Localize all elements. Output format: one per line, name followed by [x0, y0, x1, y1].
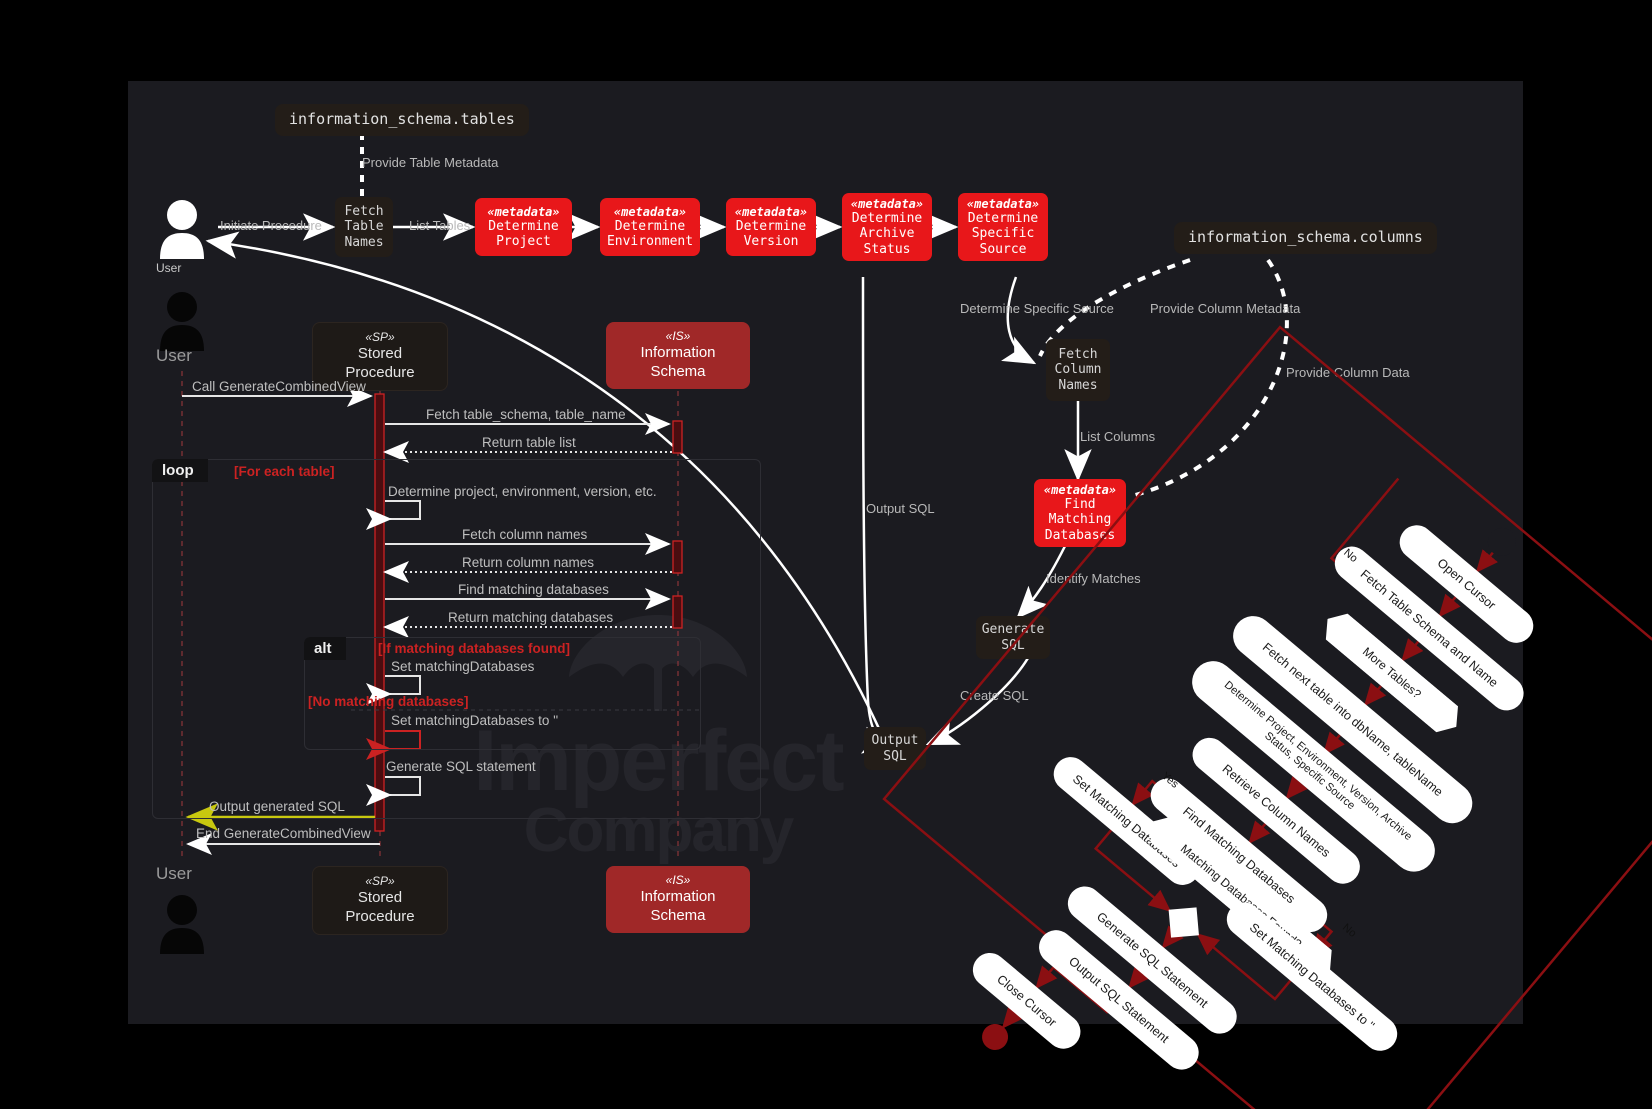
sequence-participant-information-schema-bottom[interactable]: «IS» Information Schema: [606, 866, 750, 933]
participant-stereotype: «IS»: [665, 329, 691, 343]
fragment-guard-loop: [For each table]: [234, 464, 335, 479]
activity-node-determine-specific-source[interactable]: «metadata» Determine Specific Source: [958, 193, 1048, 261]
message-return-matching-databases: Return matching databases: [448, 610, 614, 625]
message-find-matching-databases: Find matching databases: [458, 582, 609, 597]
participant-label: Stored Procedure: [345, 345, 415, 381]
node-stereotype: «metadata»: [487, 204, 560, 219]
sequence-participant-user-top[interactable]: User: [156, 346, 192, 366]
node-stereotype: «metadata»: [966, 196, 1040, 211]
datastore-information-schema-columns[interactable]: information_schema.columns: [1174, 222, 1437, 254]
message-call-generate-combined-view: Call GenerateCombinedView: [192, 379, 366, 394]
node-stereotype: «metadata»: [850, 196, 924, 211]
fragment-guard-alt: [If matching databases found]: [378, 641, 571, 656]
actor-user-icon: [160, 200, 204, 259]
sequence-participant-stored-procedure-bottom[interactable]: «SP» Stored Procedure: [312, 866, 448, 935]
message-fetch-table-schema-table-name: Fetch table_schema, table_name: [426, 407, 626, 422]
node-label: Fetch Column Names: [1054, 347, 1102, 393]
message-set-matching-databases: Set matchingDatabases: [391, 659, 535, 674]
activity-node-fetch-column-names[interactable]: Fetch Column Names: [1046, 339, 1110, 401]
activity-node-determine-environment[interactable]: «metadata» Determine Environment: [600, 198, 700, 256]
participant-label: Stored Procedure: [345, 889, 415, 925]
flowchart-node-merge: [1168, 907, 1199, 938]
fragment-operator-loop: loop: [152, 459, 208, 482]
activity-node-determine-archive-status[interactable]: «metadata» Determine Archive Status: [842, 193, 932, 261]
sequence-participant-user-bottom[interactable]: User: [156, 864, 192, 884]
node-stereotype: «metadata»: [734, 204, 808, 219]
sequence-actor-bottom-icon: [160, 895, 204, 954]
node-label: Output SQL: [871, 733, 919, 764]
node-stereotype: «metadata»: [1043, 482, 1117, 497]
activity-node-determine-version[interactable]: «metadata» Determine Version: [726, 198, 816, 256]
datastore-information-schema-tables[interactable]: information_schema.tables: [275, 104, 529, 136]
edge-label-list-columns: List Columns: [1080, 429, 1156, 444]
message-set-matching-databases-empty: Set matchingDatabases to '': [391, 713, 559, 728]
node-label: Determine Specific Source: [967, 211, 1039, 257]
edge-label-determine-specific-source: Determine Specific Source: [960, 301, 1114, 316]
datastore-label: information_schema.columns: [1188, 228, 1423, 246]
diagram-canvas: Imperfect Company information_schema.tab…: [128, 81, 1652, 1109]
edge-label-list-tables: List Tables: [409, 218, 471, 233]
datastore-label: information_schema.tables: [289, 110, 515, 128]
sequence-participant-information-schema-top[interactable]: «IS» Information Schema: [606, 322, 750, 389]
edge-label-provide-column-metadata: Provide Column Metadata: [1150, 301, 1301, 316]
fragment-operator-alt: alt: [304, 637, 346, 660]
activity-actor-label: User: [156, 261, 182, 275]
screenshot-root: Imperfect Company information_schema.tab…: [0, 0, 1652, 1109]
participant-stereotype: «SP»: [365, 874, 395, 888]
node-label: Determine Archive Status: [851, 211, 923, 257]
rotated-flowchart: Open Cursor Fetch Table Schema and Name …: [881, 324, 1652, 1109]
participant-stereotype: «SP»: [365, 330, 395, 344]
sequence-actor-top-icon: [160, 292, 204, 351]
participant-label: Information Schema: [640, 888, 716, 924]
message-end-generate-combined-view: End GenerateCombinedView: [196, 826, 371, 841]
message-output-generated-sql: Output generated SQL: [209, 799, 345, 814]
activity-node-fetch-table-names[interactable]: Fetch Table Names: [335, 197, 393, 257]
participant-stereotype: «IS»: [665, 873, 691, 887]
node-label: Determine Project: [488, 218, 559, 250]
fragment-guard-alt-else: [No matching databases]: [308, 694, 469, 709]
node-label: Fetch Table Names: [344, 204, 384, 250]
message-return-column-names: Return column names: [462, 555, 595, 570]
node-label: Determine Environment: [606, 218, 694, 250]
node-label: Determine Version: [735, 218, 807, 250]
message-return-table-list: Return table list: [482, 435, 576, 450]
node-stereotype: «metadata»: [613, 204, 687, 219]
flow-node-label: Close Cursor: [994, 971, 1060, 1030]
activity-node-determine-project[interactable]: «metadata» Determine Project: [475, 198, 572, 256]
message-fetch-column-names: Fetch column names: [462, 527, 588, 542]
participant-label: Information Schema: [640, 344, 716, 380]
edge-label-output-sql: Output SQL: [866, 501, 935, 516]
message-determine-project-environment-version: Determine project, environment, version,…: [388, 484, 657, 499]
edge-label-provide-table-metadata: Provide Table Metadata: [362, 155, 499, 170]
edge-label-initiate-procedure: Initiate Procedure: [220, 218, 322, 233]
message-generate-sql-statement: Generate SQL statement: [386, 759, 536, 774]
flowchart-node-end: [976, 1018, 1014, 1056]
